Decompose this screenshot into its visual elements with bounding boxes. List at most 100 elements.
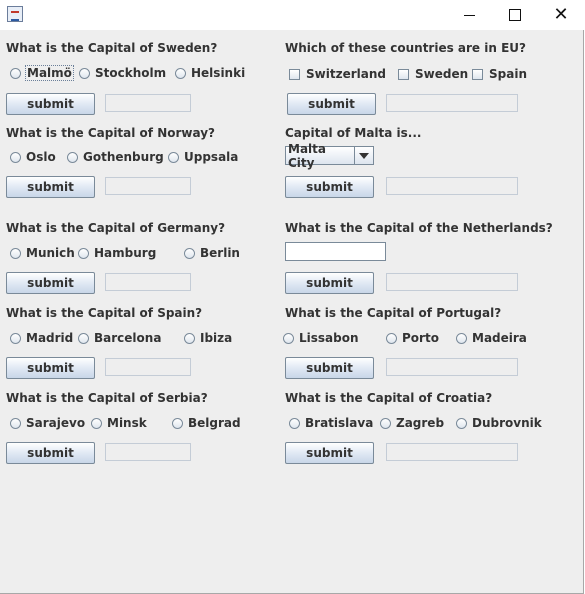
radio-lissabon[interactable]: Lissabon [283,331,359,345]
maximize-button[interactable] [492,0,538,30]
submit-button-germany[interactable]: submit [6,272,95,294]
checkbox-sweden[interactable]: Sweden [398,67,468,81]
question-portugal: What is the Capital of Portugal? [285,306,502,320]
title-bar: ✕ [0,0,585,30]
question-sweden: What is the Capital of Sweden? [6,41,218,55]
maximize-icon [509,9,521,21]
radio-circle[interactable] [184,332,195,344]
checkbox-box[interactable] [289,68,300,80]
radio-porto[interactable]: Porto [386,331,439,345]
netherlands-answer-input[interactable] [285,242,386,261]
radio-helsinki[interactable]: Helsinki [175,66,245,80]
submit-button-malta[interactable]: submit [285,176,374,198]
radio-label: Minsk [107,416,147,430]
result-field-serbia [105,443,191,461]
radio-ibiza[interactable]: Ibiza [184,331,232,345]
radio-sarajevo[interactable]: Sarajevo [10,416,85,430]
dropdown-selected-value: Malta City [288,141,326,170]
minimize-button[interactable] [446,0,492,30]
radio-hamburg[interactable]: Hamburg [78,246,156,260]
radio-madrid[interactable]: Madrid [10,331,73,345]
radio-label: Bratislava [305,416,374,430]
checkbox-box[interactable] [398,68,409,80]
radio-circle[interactable] [67,151,78,163]
question-croatia: What is the Capital of Croatia? [285,391,493,405]
radio-madeira[interactable]: Madeira [456,331,527,345]
dropdown-toggle[interactable] [354,147,373,164]
result-field-malta [386,177,518,195]
radio-malmo[interactable]: Malmö [10,65,74,81]
radio-munich[interactable]: Munich [10,246,75,260]
radio-circle[interactable] [456,417,467,429]
minimize-icon [463,14,475,16]
radio-label: Berlin [200,246,240,260]
radio-gothenburg[interactable]: Gothenburg [67,150,164,164]
close-button[interactable]: ✕ [538,0,584,30]
radio-label: Ibiza [200,331,233,345]
submit-button-croatia[interactable]: submit [285,442,374,464]
question-eu: Which of these countries are in EU? [285,41,526,55]
radio-zagreb[interactable]: Zagreb [380,416,444,430]
checkbox-switzerland[interactable]: Switzerland [289,67,386,81]
result-field-spain [105,358,191,376]
radio-circle[interactable] [184,247,195,259]
radio-label: Oslo [26,150,56,164]
radio-circle[interactable] [91,417,102,429]
result-field-portugal [386,358,518,376]
submit-button-serbia[interactable]: submit [6,442,95,464]
radio-label: Belgrad [188,416,241,430]
radio-label: Lissabon [299,331,359,345]
radio-label: Hamburg [94,246,157,260]
radio-circle[interactable] [172,417,183,429]
result-field-netherlands [386,273,518,291]
radio-dubrovnik[interactable]: Dubrovnik [456,416,542,430]
radio-circle[interactable] [10,151,21,163]
radio-label: Dubrovnik [472,416,542,430]
result-field-croatia [386,443,518,461]
radio-circle[interactable] [79,67,90,79]
radio-circle[interactable] [78,247,89,259]
submit-button-eu[interactable]: submit [287,93,376,115]
chevron-down-icon [359,152,369,159]
question-spain: What is the Capital of Spain? [6,306,203,320]
submit-button-norway[interactable]: submit [6,176,95,198]
radio-circle[interactable] [289,417,300,429]
submit-button-netherlands[interactable]: submit [285,272,374,294]
submit-button-sweden[interactable]: submit [6,93,95,115]
radio-uppsala[interactable]: Uppsala [168,150,238,164]
radio-bratislava[interactable]: Bratislava [289,416,373,430]
radio-label: Barcelona [94,331,162,345]
result-field-sweden [105,94,191,112]
radio-circle[interactable] [456,332,467,344]
radio-label: Uppsala [184,150,239,164]
radio-stockholm[interactable]: Stockholm [79,66,166,80]
radio-circle[interactable] [386,332,397,344]
radio-circle[interactable] [380,417,391,429]
radio-circle[interactable] [10,332,21,344]
radio-circle[interactable] [10,247,21,259]
checkbox-label: Switzerland [306,67,386,81]
radio-label: Sarajevo [26,416,86,430]
radio-oslo[interactable]: Oslo [10,150,56,164]
radio-circle[interactable] [10,417,21,429]
radio-circle[interactable] [168,151,179,163]
checkbox-label: Spain [489,67,527,81]
radio-berlin[interactable]: Berlin [184,246,240,260]
radio-label: Stockholm [95,66,167,80]
radio-minsk[interactable]: Minsk [91,416,147,430]
radio-circle[interactable] [283,332,294,344]
radio-circle[interactable] [10,67,21,79]
radio-label: Gothenburg [83,150,164,164]
radio-belgrad[interactable]: Belgrad [172,416,241,430]
result-field-germany [105,273,191,291]
radio-circle[interactable] [175,67,186,79]
radio-barcelona[interactable]: Barcelona [78,331,161,345]
radio-circle[interactable] [78,332,89,344]
malta-dropdown[interactable]: Malta City [285,142,374,170]
checkbox-box[interactable] [472,68,483,80]
submit-button-portugal[interactable]: submit [285,357,374,379]
submit-button-spain[interactable]: submit [6,357,95,379]
checkbox-spain[interactable]: Spain [472,67,527,81]
result-field-eu [386,94,518,112]
radio-label: Munich [26,246,75,260]
